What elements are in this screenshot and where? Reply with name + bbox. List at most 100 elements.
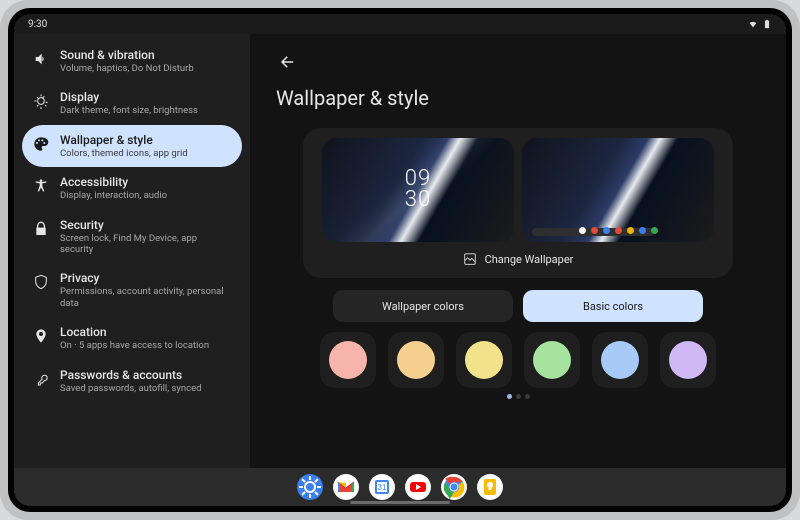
preview-dock-icons — [522, 227, 714, 234]
sidebar-item-label: Security — [60, 218, 232, 232]
wallpaper-icon — [463, 252, 477, 266]
status-icons — [748, 19, 772, 29]
sidebar-item-location[interactable]: Location On · 5 apps have access to loca… — [22, 317, 242, 359]
arrow-left-icon — [279, 53, 297, 71]
sidebar-item-label: Location — [60, 325, 209, 339]
battery-icon — [762, 19, 772, 29]
sidebar-item-label: Accessibility — [60, 175, 167, 189]
settings-app-icon — [297, 474, 323, 500]
brightness-icon — [32, 92, 50, 110]
palette-icon — [32, 135, 50, 153]
pager-dot — [525, 394, 530, 399]
dock-bar: 31 — [14, 468, 786, 506]
sidebar-item-label: Passwords & accounts — [60, 368, 201, 382]
tab-basic-colors[interactable]: Basic colors — [523, 290, 703, 322]
shield-icon — [32, 273, 50, 291]
color-swatches — [303, 332, 733, 388]
sidebar-item-accessibility[interactable]: Accessibility Display, interaction, audi… — [22, 167, 242, 209]
preview-dock-dot — [651, 227, 658, 234]
swatch-color — [329, 341, 367, 379]
location-icon — [32, 327, 50, 345]
dock-app-chrome[interactable] — [441, 474, 467, 500]
swatch-color — [397, 341, 435, 379]
sidebar-item-sub: Permissions, account activity, personal … — [60, 286, 232, 309]
sidebar-item-sound[interactable]: Sound & vibration Volume, haptics, Do No… — [22, 40, 242, 82]
sidebar-item-label: Sound & vibration — [60, 48, 194, 62]
dock-app-keep[interactable] — [477, 474, 503, 500]
preview-dock-dot — [591, 227, 598, 234]
swatch-color — [601, 341, 639, 379]
dock-app-youtube[interactable] — [405, 474, 431, 500]
lock-icon — [32, 220, 50, 238]
sidebar-item-security[interactable]: Security Screen lock, Find My Device, ap… — [22, 210, 242, 264]
color-tabs: Wallpaper colors Basic colors — [303, 290, 733, 322]
gmail-app-icon — [333, 474, 359, 500]
color-swatch[interactable] — [320, 332, 376, 388]
pager-dot — [507, 394, 512, 399]
sidebar-item-wallpaper[interactable]: Wallpaper & style Colors, themed icons, … — [22, 125, 242, 167]
keep-app-icon — [477, 474, 503, 500]
sidebar-item-label: Privacy — [60, 271, 232, 285]
key-icon — [32, 370, 50, 388]
tab-label: Wallpaper colors — [382, 300, 464, 313]
sidebar-item-sub: Screen lock, Find My Device, app securit… — [60, 233, 232, 256]
calendar-app-icon: 31 — [369, 474, 395, 500]
preview-dock-dot — [615, 227, 622, 234]
tab-wallpaper-colors[interactable]: Wallpaper colors — [333, 290, 513, 322]
tab-label: Basic colors — [583, 300, 643, 313]
wallpaper-card: 09 30 Change Wallpaper — [303, 128, 733, 278]
change-wallpaper-button[interactable]: Change Wallpaper — [313, 252, 723, 266]
color-swatch[interactable] — [660, 332, 716, 388]
wallpaper-previews: 09 30 — [313, 138, 723, 242]
sidebar-item-sub: Dark theme, font size, brightness — [60, 105, 198, 116]
swatch-color — [465, 341, 503, 379]
sidebar-item-sub: Saved passwords, autofill, synced — [60, 383, 201, 394]
dock-app-settings[interactable] — [297, 474, 323, 500]
sidebar-item-privacy[interactable]: Privacy Permissions, account activity, p… — [22, 263, 242, 317]
sidebar-item-label: Display — [60, 90, 198, 104]
screen: 9:30 Sound & vibration Volume, haptics, … — [14, 14, 786, 506]
pager-dot — [516, 394, 521, 399]
preview-dock-dot — [603, 227, 610, 234]
sidebar-item-sub: Display, interaction, audio — [60, 190, 167, 201]
sidebar-item-passwords[interactable]: Passwords & accounts Saved passwords, au… — [22, 360, 242, 402]
color-swatch[interactable] — [524, 332, 580, 388]
status-bar: 9:30 — [14, 14, 786, 34]
dock-app-gmail[interactable] — [333, 474, 359, 500]
swatch-pager — [276, 394, 760, 399]
color-swatch[interactable] — [388, 332, 444, 388]
preview-dock-dot — [579, 227, 586, 234]
accessibility-icon — [32, 177, 50, 195]
chrome-app-icon — [441, 474, 467, 500]
color-swatch[interactable] — [456, 332, 512, 388]
settings-sidebar: Sound & vibration Volume, haptics, Do No… — [14, 34, 250, 468]
lockscreen-preview[interactable]: 09 30 — [322, 138, 514, 242]
homescreen-preview[interactable] — [522, 138, 714, 242]
sidebar-item-sub: Volume, haptics, Do Not Disturb — [60, 63, 194, 74]
swatch-color — [533, 341, 571, 379]
youtube-app-icon — [405, 474, 431, 500]
volume-icon — [32, 50, 50, 68]
change-wallpaper-label: Change Wallpaper — [485, 253, 574, 266]
color-swatch[interactable] — [592, 332, 648, 388]
status-time: 9:30 — [28, 19, 47, 30]
sidebar-item-sub: Colors, themed icons, app grid — [60, 148, 188, 159]
wifi-icon — [748, 19, 758, 29]
sidebar-item-display[interactable]: Display Dark theme, font size, brightnes… — [22, 82, 242, 124]
preview-dock-dot — [639, 227, 646, 234]
sidebar-item-sub: On · 5 apps have access to location — [60, 340, 209, 351]
page-title: Wallpaper & style — [276, 86, 760, 110]
preview-clock: 09 30 — [405, 169, 431, 211]
dock: 31 — [14, 468, 786, 506]
body-row: Sound & vibration Volume, haptics, Do No… — [14, 34, 786, 468]
back-row — [276, 50, 760, 74]
sidebar-item-label: Wallpaper & style — [60, 133, 188, 147]
nav-handle[interactable] — [350, 501, 450, 504]
back-button[interactable] — [276, 50, 300, 74]
dock-app-calendar[interactable]: 31 — [369, 474, 395, 500]
svg-text:31: 31 — [378, 483, 387, 492]
clock-minutes: 30 — [405, 190, 431, 211]
tablet-bezel: 9:30 Sound & vibration Volume, haptics, … — [8, 8, 792, 512]
clock-hours: 09 — [405, 169, 431, 190]
preview-dock-dot — [627, 227, 634, 234]
